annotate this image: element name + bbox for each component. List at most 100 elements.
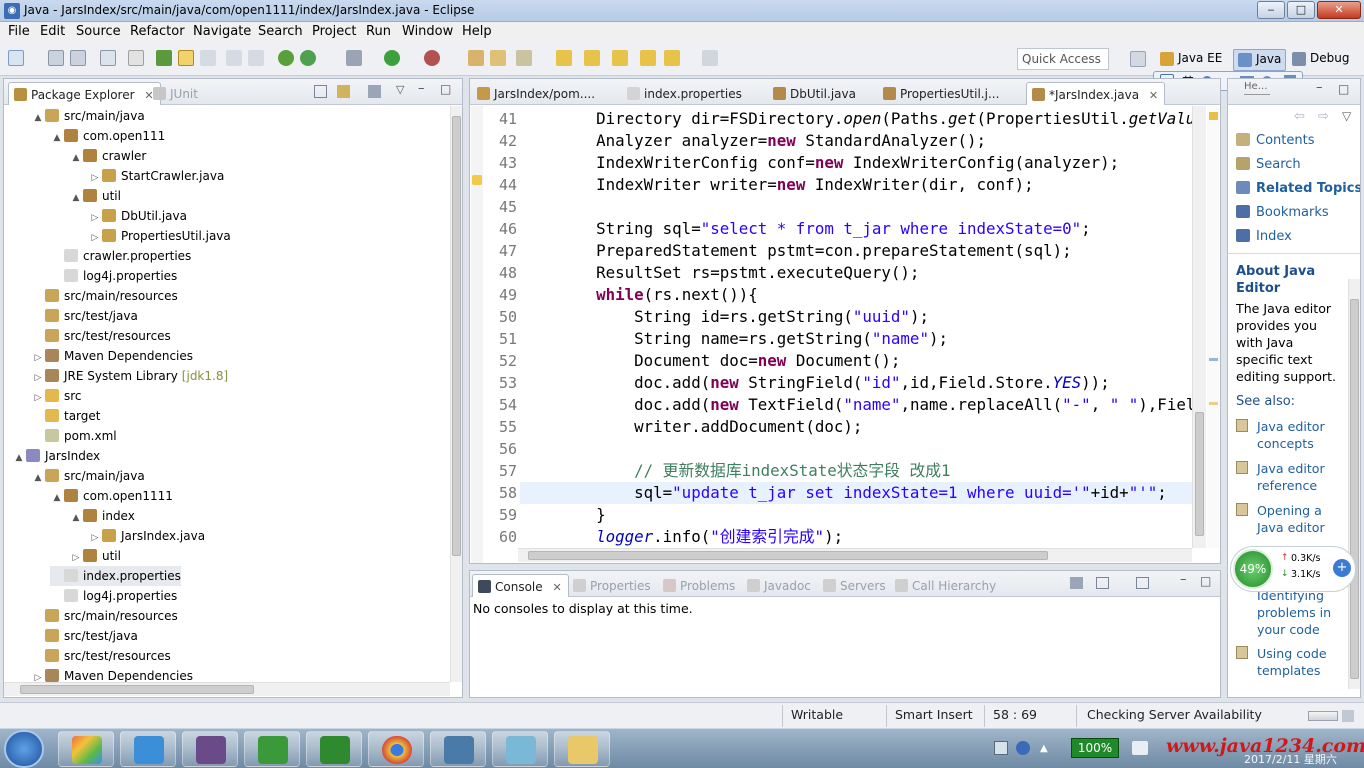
- tray-expand-icon[interactable]: ▲: [1040, 743, 1048, 754]
- tree-item[interactable]: log4j.properties: [50, 266, 177, 286]
- taskbar-app-camtasia-recorder[interactable]: [306, 731, 362, 767]
- menu-file[interactable]: File: [8, 24, 30, 39]
- help-link-related-topics[interactable]: Related Topics: [1236, 181, 1360, 196]
- open-type-icon[interactable]: [490, 50, 506, 66]
- new-java-project-icon[interactable]: [468, 50, 484, 66]
- editor-hscroll-thumb[interactable]: [528, 551, 1048, 560]
- tree-item[interactable]: src/test/resources: [31, 326, 171, 346]
- code-line[interactable]: Directory dir=FSDirectory.open(Paths.get…: [520, 108, 1192, 130]
- open-perspective-icon[interactable]: [1130, 51, 1146, 67]
- sync-icon[interactable]: [300, 50, 316, 66]
- menu-project[interactable]: Project: [312, 24, 356, 39]
- code-line[interactable]: doc.add(new StringField("id",id,Field.St…: [520, 372, 1110, 394]
- save-icon[interactable]: [48, 50, 64, 66]
- menu-help[interactable]: Help: [462, 24, 492, 39]
- editor-vscroll[interactable]: [1192, 106, 1206, 548]
- tree-item[interactable]: src/test/java: [31, 306, 138, 326]
- collapse-all-icon[interactable]: [314, 85, 327, 98]
- forward-icon[interactable]: [664, 50, 680, 66]
- expand-toggle-icon[interactable]: ▲: [31, 468, 45, 488]
- add-icon[interactable]: +: [1333, 559, 1351, 577]
- menu-refactor[interactable]: Refactor: [130, 24, 185, 39]
- tab-pom-xml[interactable]: JarsIndex/pom....: [472, 82, 601, 105]
- expand-toggle-icon[interactable]: ▷: [88, 208, 102, 228]
- taskbar-app-writer[interactable]: [120, 731, 176, 767]
- tab-propertiesutil[interactable]: PropertiesUtil.j...: [878, 82, 1005, 105]
- help-link-search[interactable]: Search: [1236, 157, 1301, 172]
- tree-item[interactable]: ▷ src: [31, 386, 82, 406]
- forward-arrow-icon[interactable]: ⇨: [1318, 109, 1329, 124]
- tree-item[interactable]: ▲ src/main/java: [31, 106, 145, 126]
- menu-run[interactable]: Run: [366, 24, 391, 39]
- tab-package-explorer[interactable]: Package Explorer ✕: [8, 82, 161, 105]
- tab-properties[interactable]: Properties: [568, 574, 657, 597]
- maximize-view-icon[interactable]: □: [1338, 82, 1349, 96]
- see-also-link-opening[interactable]: Opening a Java editor: [1257, 502, 1345, 536]
- code-line[interactable]: Analyzer analyzer=new StandardAnalyzer()…: [520, 130, 986, 152]
- menu-search[interactable]: Search: [258, 24, 303, 39]
- external-tools-icon[interactable]: [424, 50, 440, 66]
- code-line[interactable]: ResultSet rs=pstmt.executeQuery();: [520, 262, 919, 284]
- debug-icon[interactable]: [346, 50, 362, 66]
- run-icon[interactable]: [384, 50, 400, 66]
- expand-toggle-icon[interactable]: ▲: [12, 448, 26, 468]
- tab-servers[interactable]: Servers: [818, 574, 892, 597]
- code-line[interactable]: String name=rs.getString("name");: [520, 328, 948, 350]
- expand-toggle-icon[interactable]: ▷: [31, 388, 45, 408]
- tab-console[interactable]: Console ✕: [472, 574, 569, 597]
- tree-item[interactable]: ▷ util: [69, 546, 121, 566]
- help-link-index[interactable]: Index: [1236, 229, 1292, 244]
- expand-toggle-icon[interactable]: ▷: [88, 168, 102, 188]
- tree-item[interactable]: src/test/resources: [31, 646, 171, 666]
- tree-item[interactable]: src/test/java: [31, 626, 138, 646]
- pin-console-icon[interactable]: [1070, 577, 1083, 589]
- code-line[interactable]: String id=rs.getString("uuid");: [520, 306, 929, 328]
- block-selection-icon[interactable]: [200, 50, 216, 66]
- paragraph-icon[interactable]: [248, 50, 264, 66]
- start-button[interactable]: [4, 730, 44, 768]
- tree-item[interactable]: ▲ crawler: [69, 146, 146, 166]
- code-line[interactable]: writer.addDocument(doc);: [520, 416, 862, 438]
- tree-item[interactable]: src/main/resources: [31, 286, 178, 306]
- expand-toggle-icon[interactable]: ▲: [69, 148, 83, 168]
- print-icon[interactable]: [100, 50, 116, 66]
- back-icon[interactable]: [640, 50, 656, 66]
- tree-item[interactable]: ▲ com.open1111: [50, 486, 173, 506]
- taskbar-app-chrome[interactable]: [368, 731, 424, 767]
- see-also-link-concepts[interactable]: Java editor concepts: [1257, 418, 1345, 452]
- tab-index-properties[interactable]: index.properties: [622, 82, 748, 105]
- tree-item[interactable]: ▷ PropertiesUtil.java: [88, 226, 231, 246]
- expand-toggle-icon[interactable]: ▲: [31, 108, 45, 128]
- tab-dbutil[interactable]: DbUtil.java: [768, 82, 862, 105]
- tree-item[interactable]: ▷ JarsIndex.java: [88, 526, 205, 546]
- package-tree-vscroll-thumb[interactable]: [452, 116, 461, 556]
- tab-problems[interactable]: Problems: [658, 574, 741, 597]
- perspective-java-ee[interactable]: Java EE: [1156, 49, 1226, 71]
- menu-source[interactable]: Source: [76, 24, 121, 39]
- tab-jarsindex-java[interactable]: *JarsIndex.java ✕: [1026, 82, 1166, 105]
- tree-item[interactable]: ▷ Maven Dependencies: [31, 666, 193, 682]
- tree-item[interactable]: ▲ index: [69, 506, 135, 526]
- menu-window[interactable]: Window: [402, 24, 453, 39]
- expand-toggle-icon[interactable]: ▲: [69, 508, 83, 528]
- see-also-link-templates[interactable]: Using code templates: [1257, 645, 1345, 679]
- maximize-button[interactable]: □: [1287, 1, 1315, 19]
- close-icon[interactable]: ✕: [552, 581, 561, 594]
- taskbar-app-camtasia[interactable]: [244, 731, 300, 767]
- tree-item[interactable]: ▲ JarsIndex: [12, 446, 100, 466]
- help-link-bookmarks[interactable]: Bookmarks: [1236, 205, 1329, 220]
- show-whitespace-icon[interactable]: [226, 50, 242, 66]
- expand-toggle-icon[interactable]: ▷: [31, 348, 45, 368]
- battery-indicator[interactable]: 100%: [1071, 738, 1119, 758]
- skip-breakpoints-icon[interactable]: [128, 50, 144, 66]
- code-line[interactable]: while(rs.next()){: [520, 284, 758, 306]
- menu-edit[interactable]: Edit: [40, 24, 65, 39]
- code-line[interactable]: }: [520, 504, 606, 526]
- network-speed-widget[interactable]: 49% ↑ 0.3K/s ↓ 3.1K/s +: [1230, 546, 1356, 592]
- tree-item[interactable]: ▲ util: [69, 186, 121, 206]
- tree-item[interactable]: target: [31, 406, 101, 426]
- last-edit-location-icon[interactable]: [612, 50, 628, 66]
- menu-navigate[interactable]: Navigate: [193, 24, 251, 39]
- help-tab-icon[interactable]: He…: [1244, 81, 1270, 95]
- link-with-editor-icon[interactable]: [337, 85, 350, 98]
